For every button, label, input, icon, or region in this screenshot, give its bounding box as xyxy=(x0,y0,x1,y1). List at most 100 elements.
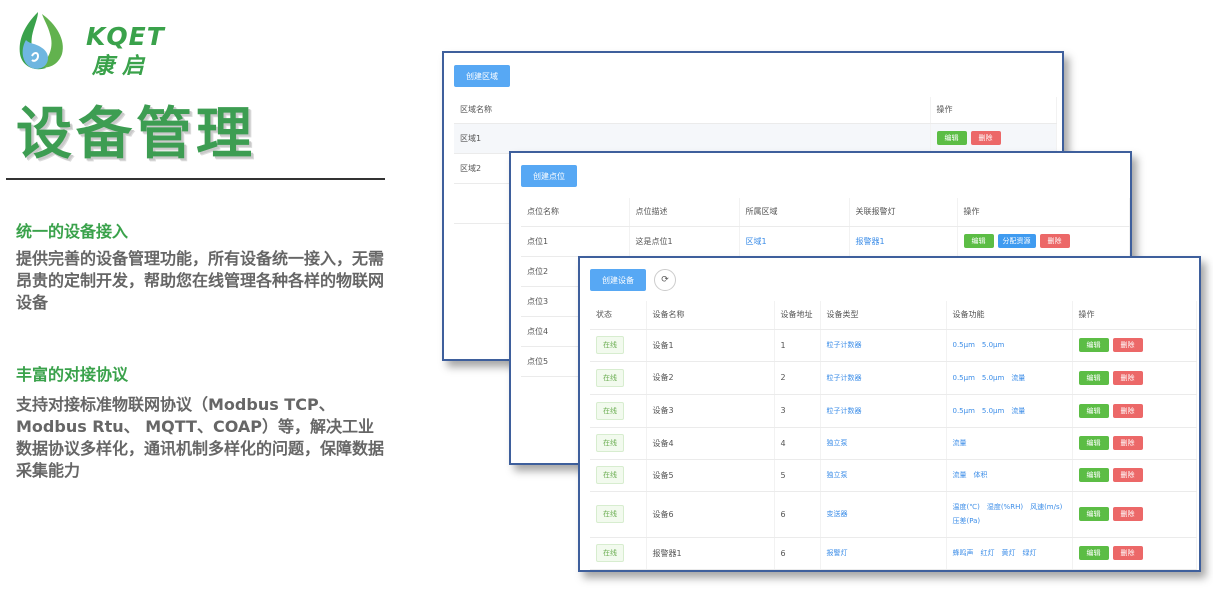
device-management-window: 创建设备 ⟳ 状态 设备名称 设备地址 设备类型 设备功能 操作 在线 设备1 1 粒… xyxy=(578,256,1201,572)
device-type-link[interactable]: 报警灯 xyxy=(820,537,947,570)
column-header: 区域名称 xyxy=(454,97,931,124)
assign-resource-button[interactable]: 分配资源 xyxy=(997,234,1036,248)
device-name: 设备2 xyxy=(646,361,775,395)
table-row[interactable]: 在线 设备5 5 独立泵 流量 体积 编辑 删除 xyxy=(590,459,1197,492)
column-header: 所属区域 xyxy=(739,198,850,227)
device-features: 流量 xyxy=(946,427,1073,460)
device-feature: 绿灯 xyxy=(1022,549,1037,557)
section-heading-access: 统一的设备接入 xyxy=(16,222,129,241)
column-header: 设备名称 xyxy=(646,301,775,330)
table-row[interactable]: 在线 设备1 1 粒子计数器 0.5μm 5.0μm 编辑 删除 xyxy=(590,329,1197,362)
delete-button[interactable]: 删除 xyxy=(1039,234,1070,248)
device-feature: 5.0μm xyxy=(981,341,1005,349)
status-badge: 在线 xyxy=(596,544,624,562)
delete-button[interactable]: 删除 xyxy=(1112,468,1143,482)
table-row[interactable]: 点位1 这是点位1 区域1 报警器1 编辑 分配资源 删除 xyxy=(521,226,1130,257)
edit-button[interactable]: 编辑 xyxy=(1078,546,1109,560)
device-features: 蜂鸣声 红灯 黄灯 绿灯 xyxy=(946,537,1073,570)
delete-button[interactable]: 删除 xyxy=(1112,370,1143,385)
point-desc: 这是点位1 xyxy=(629,226,740,257)
device-features: 0.5μm 5.0μm 流量 xyxy=(946,394,1073,428)
table-row[interactable]: 在线 设备2 2 粒子计数器 0.5μm 5.0μm 流量 编辑 删除 xyxy=(590,361,1197,395)
device-name: 设备1 xyxy=(646,329,775,362)
column-header: 操作 xyxy=(930,97,1057,124)
device-feature: 流量 xyxy=(952,471,967,479)
create-area-button[interactable]: 创建区域 xyxy=(454,65,510,87)
device-type-link[interactable]: 粒子计数器 xyxy=(820,361,947,395)
delete-button[interactable]: 删除 xyxy=(970,131,1001,145)
column-header: 关联报警灯 xyxy=(849,198,958,227)
device-address: 6 xyxy=(774,491,821,538)
edit-button[interactable]: 编辑 xyxy=(1078,370,1109,385)
device-feature: 流量 xyxy=(1011,406,1026,415)
device-feature: 0.5μm xyxy=(952,373,975,382)
device-address: 6 xyxy=(774,537,821,570)
delete-button[interactable]: 删除 xyxy=(1112,507,1143,521)
refresh-icon[interactable]: ⟳ xyxy=(654,269,676,291)
device-name: 设备5 xyxy=(646,459,775,492)
page-title: 设备管理 xyxy=(16,102,256,167)
device-features: 温度(℃) 湿度(%RH) 风速(m/s) 压差(Pa) xyxy=(946,491,1073,538)
device-feature: 流量 xyxy=(1011,373,1026,382)
device-feature: 蜂鸣声 xyxy=(952,549,974,557)
device-feature: 体积 xyxy=(973,471,988,479)
point-area-link[interactable]: 区域1 xyxy=(739,226,850,257)
edit-button[interactable]: 编辑 xyxy=(963,234,994,248)
delete-button[interactable]: 删除 xyxy=(1112,436,1143,450)
device-feature: 红灯 xyxy=(980,549,995,557)
point-name: 点位1 xyxy=(521,226,630,257)
column-header: 点位名称 xyxy=(521,198,630,227)
delete-button[interactable]: 删除 xyxy=(1112,403,1143,418)
edit-button[interactable]: 编辑 xyxy=(1078,338,1109,352)
device-features: 0.5μm 5.0μm xyxy=(946,329,1073,362)
divider xyxy=(6,178,385,180)
status-badge: 在线 xyxy=(596,368,624,387)
device-name: 设备3 xyxy=(646,394,775,428)
column-header: 点位描述 xyxy=(629,198,740,227)
section-text-access: 提供完善的设备管理功能，所有设备统一接入，无需昂贵的定制开发，帮助您在线管理各种… xyxy=(16,249,385,312)
device-type-link[interactable]: 独立泵 xyxy=(820,427,947,460)
device-name: 设备6 xyxy=(646,491,775,538)
table-row[interactable]: 在线 设备6 6 变送器 温度(℃) 湿度(%RH) 风速(m/s) 压差(Pa) 编辑 删除 xyxy=(590,491,1197,538)
device-address: 4 xyxy=(774,427,821,460)
device-address: 2 xyxy=(774,361,821,395)
edit-button[interactable]: 编辑 xyxy=(1078,507,1109,521)
create-point-button[interactable]: 创建点位 xyxy=(521,165,577,187)
device-type-link[interactable]: 独立泵 xyxy=(820,459,947,492)
area-name: 区域1 xyxy=(454,123,931,154)
device-address: 3 xyxy=(774,394,821,428)
point-alarm-link[interactable]: 报警器1 xyxy=(849,226,958,257)
table-row[interactable]: 在线 设备4 4 独立泵 流量 编辑 删除 xyxy=(590,427,1197,460)
section-heading-protocol: 丰富的对接协议 xyxy=(16,365,129,384)
device-feature: 5.0μm xyxy=(981,373,1005,382)
device-address: 5 xyxy=(774,459,821,492)
status-badge: 在线 xyxy=(596,505,624,523)
device-type-link[interactable]: 变送器 xyxy=(820,491,947,538)
edit-button[interactable]: 编辑 xyxy=(1078,403,1109,418)
create-device-button[interactable]: 创建设备 xyxy=(590,269,646,291)
device-features: 0.5μm 5.0μm 流量 xyxy=(946,361,1073,395)
edit-button[interactable]: 编辑 xyxy=(936,131,967,145)
device-feature: 压差(Pa) xyxy=(952,517,981,525)
device-feature: 湿度(%RH) xyxy=(986,503,1024,511)
device-feature: 风速(m/s) xyxy=(1030,503,1063,511)
leaf-drop-icon xyxy=(19,12,63,70)
device-feature: 5.0μm xyxy=(981,406,1005,415)
edit-button[interactable]: 编辑 xyxy=(1078,468,1109,482)
table-row[interactable]: 在线 报警器1 6 报警灯 蜂鸣声 红灯 黄灯 绿灯 编辑 删除 xyxy=(590,537,1197,570)
column-header: 设备功能 xyxy=(946,301,1073,330)
delete-button[interactable]: 删除 xyxy=(1112,546,1143,560)
device-name: 设备4 xyxy=(646,427,775,460)
table-row[interactable]: 区域1 编辑 删除 xyxy=(454,123,1057,154)
device-address: 1 xyxy=(774,329,821,362)
edit-button[interactable]: 编辑 xyxy=(1078,436,1109,450)
device-feature: 0.5μm xyxy=(952,406,975,415)
device-feature: 黄灯 xyxy=(1001,549,1016,557)
device-feature: 0.5μm xyxy=(952,341,975,349)
column-header: 状态 xyxy=(590,301,647,330)
status-badge: 在线 xyxy=(596,401,624,420)
device-type-link[interactable]: 粒子计数器 xyxy=(820,329,947,362)
table-row[interactable]: 在线 设备3 3 粒子计数器 0.5μm 5.0μm 流量 编辑 删除 xyxy=(590,394,1197,428)
device-type-link[interactable]: 粒子计数器 xyxy=(820,394,947,428)
delete-button[interactable]: 删除 xyxy=(1112,338,1143,352)
